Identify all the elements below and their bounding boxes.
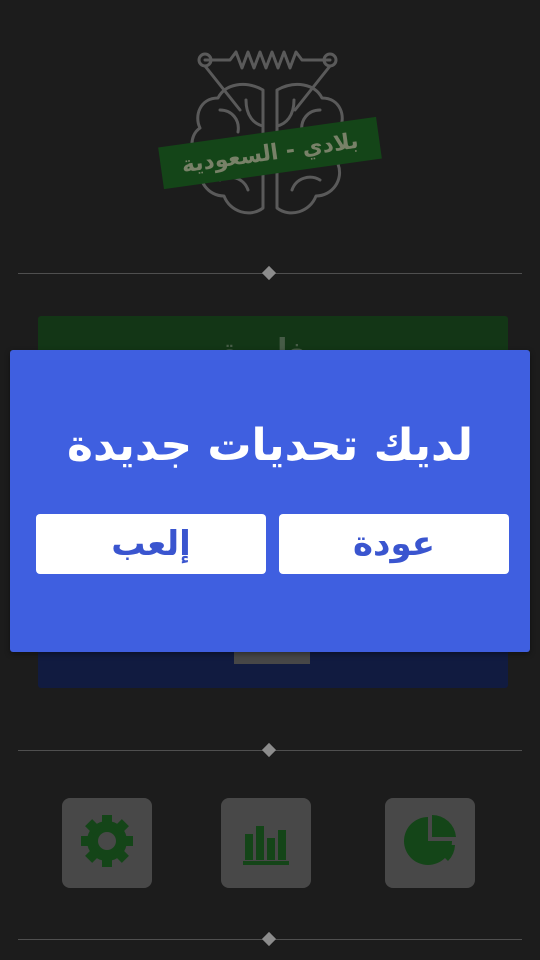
new-challenges-dialog: لديك تحديات جديدة إلعب عودة (10, 350, 530, 652)
dialog-title: لديك تحديات جديدة (66, 420, 473, 471)
play-button[interactable]: إلعب (36, 514, 266, 574)
back-button[interactable]: عودة (279, 514, 509, 574)
